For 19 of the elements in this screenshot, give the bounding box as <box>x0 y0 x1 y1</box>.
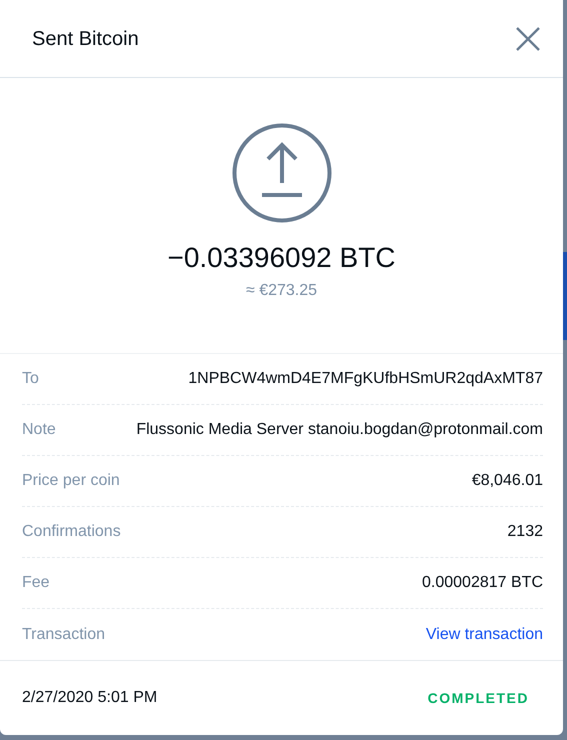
detail-label: Note <box>22 420 56 440</box>
detail-label: Fee <box>22 573 50 593</box>
detail-value: 0.00002817 BTC <box>422 573 543 593</box>
detail-label: To <box>22 369 39 389</box>
detail-label: Confirmations <box>22 522 121 542</box>
detail-value: €8,046.01 <box>472 471 543 491</box>
detail-label: Transaction <box>22 624 105 644</box>
date-text: 2/27/2020 5:01 PM <box>22 688 158 708</box>
detail-label: Price per coin <box>22 471 120 491</box>
detail-value: 2132 <box>507 522 543 542</box>
fiat-amount: ≈ €273.25 <box>246 280 318 301</box>
close-button[interactable] <box>515 26 541 52</box>
upload-icon <box>232 123 332 223</box>
status-label: COMPLETED <box>428 688 529 708</box>
view-transaction-link[interactable]: View transaction <box>426 622 543 646</box>
detail-value: Flussonic Media Server stanoiu.bogdan@protonmail.com <box>136 420 543 440</box>
dialog-title: Sent Bitcoin <box>32 26 139 50</box>
detail-value: 1NPBCW4wmD4E7MFgKUfbHSmUR2qdAxMT87 <box>188 369 543 389</box>
amount-text: −0.03396092 BTC <box>167 241 396 275</box>
